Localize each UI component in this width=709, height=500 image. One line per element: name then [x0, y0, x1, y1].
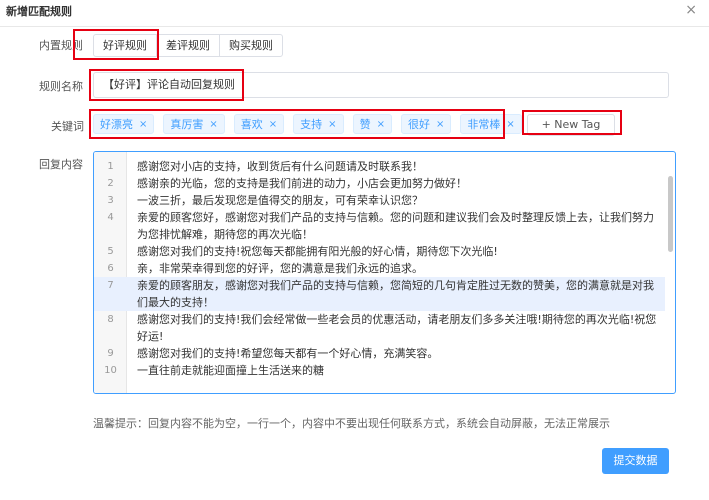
line-text: 感谢亲的光临，您的支持是我们前进的动力，小店会更加努力做好！	[137, 177, 467, 190]
editor-line[interactable]: 2 感谢亲的光临，您的支持是我们前进的动力，小店会更加努力做好！	[94, 175, 665, 192]
tag-label: 支持	[300, 118, 323, 131]
rule-name-input[interactable]: 【好评】评论自动回复规则	[93, 72, 669, 98]
tag-label: 赞	[359, 118, 371, 131]
tag-label: 喜欢	[240, 118, 263, 131]
tag-close-icon[interactable]: ×	[139, 119, 147, 130]
keyword-tag: 真厉害 ×	[163, 114, 225, 134]
tag-close-icon[interactable]: ×	[436, 119, 444, 130]
line-text: 亲爱的顾客您好，感谢您对我们产品的支持与信赖。您的问题和建议我们会及时整理反馈上…	[137, 211, 654, 241]
keyword-tag: 非常棒 ×	[460, 114, 522, 134]
line-text: 感谢您对我们的支持!我们会经常做一些老会员的优惠活动，请老朋友们多多关注哦!期待…	[137, 313, 657, 343]
keyword-tag: 支持 ×	[293, 114, 344, 134]
line-number: 8	[107, 314, 114, 325]
line-text: 一波三折，最后发现您是值得交的朋友，可有荣幸认识您？	[137, 194, 423, 207]
line-number: 5	[107, 246, 114, 257]
tag-label: 好漂亮	[100, 118, 133, 131]
reply-content-label: 回复内容	[39, 158, 83, 171]
tag-label: 真厉害	[170, 118, 204, 131]
reply-content-editor[interactable]: 1 感谢您对小店的支持，收到货后有什么问题请及时联系我！ 2 感谢亲的光临，您的支持…	[93, 151, 676, 394]
close-icon[interactable]: ×	[685, 3, 697, 17]
keywords-label: 关键词	[51, 120, 84, 133]
keyword-tag: 赞 ×	[352, 114, 392, 134]
editor-line[interactable]: 4 亲爱的顾客您好，感谢您对我们产品的支持与信赖。您的问题和建议我们会及时整理反馈…	[94, 209, 665, 243]
tag-close-icon[interactable]: ×	[269, 119, 277, 130]
editor-line[interactable]: 10 一直往前走就能迎面撞上生活送来的糖	[94, 362, 665, 379]
dialog-title: 新增匹配规则	[6, 5, 72, 18]
line-number: 7	[94, 277, 127, 311]
keyword-tag: 好漂亮 ×	[93, 114, 155, 134]
line-number: 10	[104, 365, 117, 376]
tag-close-icon[interactable]: ×	[209, 119, 217, 130]
rule-name-label: 规则名称	[39, 80, 83, 93]
builtin-rule-tabs: 好评规则 差评规则 购买规则	[93, 34, 283, 57]
keyword-tag: 喜欢 ×	[233, 114, 285, 134]
submit-button[interactable]: 提交数据	[602, 448, 669, 474]
editor-line-active[interactable]: 7 亲爱的顾客朋友，感谢您对我们产品的支持与信赖，您简短的几句肯定胜过无数的赞美，…	[94, 277, 665, 311]
tag-close-icon[interactable]: ×	[506, 119, 514, 130]
line-number: 4	[107, 212, 114, 223]
keyword-tags: 好漂亮 × 真厉害 × 喜欢 × 支持 × 赞 × 很好 × 非常棒 ×	[93, 114, 549, 134]
editor-line[interactable]: 9 感谢您对我们的支持!希望您每天都有一个好心情，充满笑容。	[94, 345, 665, 362]
line-text: 亲爱的顾客朋友，感谢您对我们产品的支持与信赖，您简短的几句肯定胜过无数的赞美，您…	[137, 279, 654, 309]
line-number: 2	[107, 178, 114, 189]
line-text: 感谢您对我们的支持!希望您每天都有一个好心情，充满笑容。	[137, 347, 439, 360]
editor-line[interactable]: 3 一波三折，最后发现您是值得交的朋友，可有荣幸认识您？	[94, 192, 665, 209]
rule-tab-bad[interactable]: 差评规则	[156, 34, 220, 57]
line-text: 一直往前走就能迎面撞上生活送来的糖	[137, 364, 324, 377]
hint-text: 温馨提示：回复内容不能为空，一行一个，内容中不要出现任何联系方式，系统会自动屏蔽…	[93, 417, 610, 430]
editor-line[interactable]: 5 感谢您对我们的支持!祝您每天都能拥有阳光般的好心情，期待您下次光临!	[94, 243, 665, 260]
title-divider	[0, 26, 709, 27]
builtin-rules-label: 内置规则	[39, 39, 83, 52]
keyword-tag: 很好 ×	[400, 114, 452, 134]
editor-line[interactable]: 6 亲，非常荣幸得到您的好评，您的满意是我们永远的追求。	[94, 260, 665, 277]
rule-tab-good[interactable]: 好评规则	[93, 34, 157, 57]
editor-scrollbar-thumb[interactable]	[668, 176, 673, 252]
rule-tab-purchase[interactable]: 购买规则	[219, 34, 283, 57]
editor-line[interactable]: 1 感谢您对小店的支持，收到货后有什么问题请及时联系我！	[94, 158, 665, 175]
line-text: 感谢您对我们的支持!祝您每天都能拥有阳光般的好心情，期待您下次光临!	[137, 245, 498, 258]
line-number: 9	[107, 348, 114, 359]
line-text: 感谢您对小店的支持，收到货后有什么问题请及时联系我！	[137, 160, 423, 173]
new-tag-button[interactable]: + New Tag	[527, 114, 615, 136]
tag-close-icon[interactable]: ×	[328, 119, 336, 130]
line-text: 亲，非常荣幸得到您的好评，您的满意是我们永远的追求。	[137, 262, 423, 275]
line-number: 3	[107, 195, 114, 206]
tag-label: 非常棒	[467, 118, 501, 131]
tag-close-icon[interactable]: ×	[377, 119, 385, 130]
editor-lines: 1 感谢您对小店的支持，收到货后有什么问题请及时联系我！ 2 感谢亲的光临，您的支持…	[94, 158, 665, 379]
line-number: 6	[107, 263, 114, 274]
editor-line[interactable]: 8 感谢您对我们的支持!我们会经常做一些老会员的优惠活动，请老朋友们多多关注哦!期…	[94, 311, 665, 345]
line-number: 1	[107, 161, 114, 172]
tag-label: 很好	[407, 118, 430, 131]
